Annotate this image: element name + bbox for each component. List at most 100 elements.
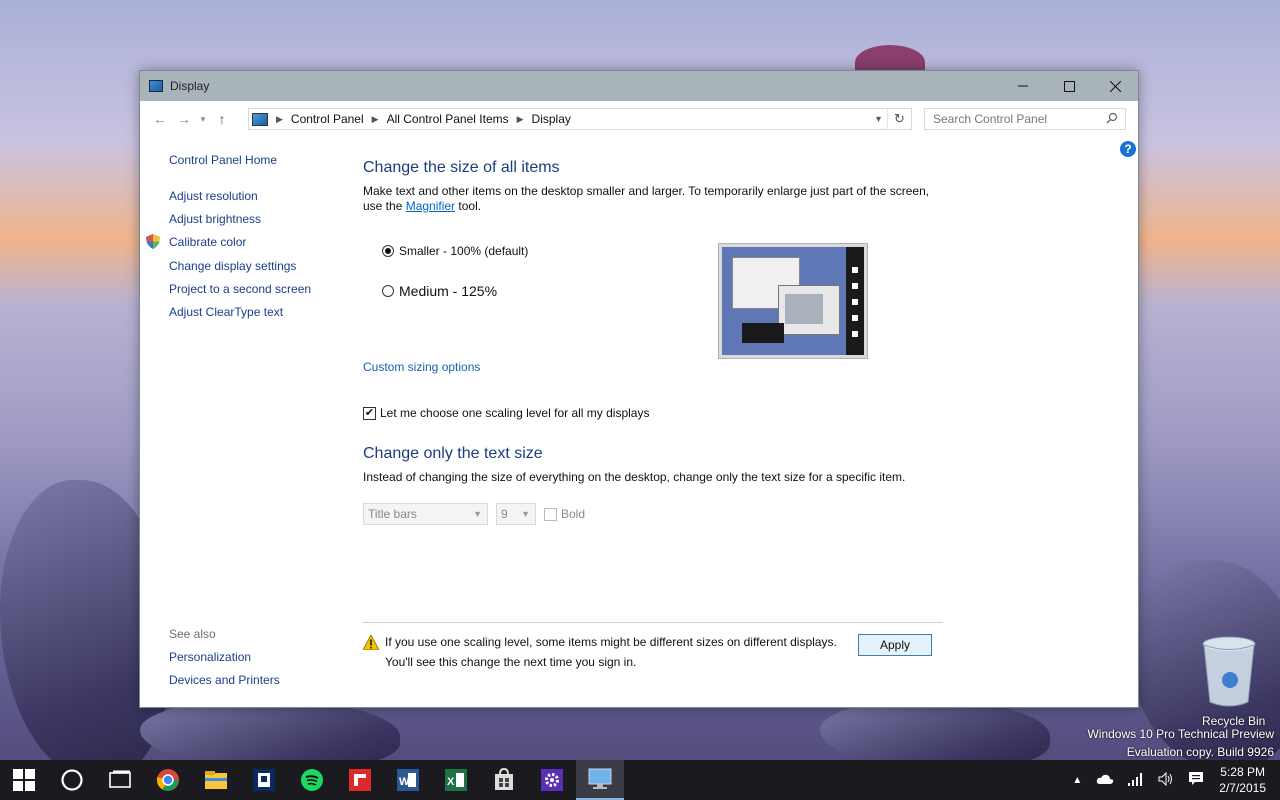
taskbar: W X ▲ 5:28 PM 2/7/2015	[0, 760, 1280, 800]
svg-text:X: X	[447, 776, 455, 788]
chevron-down-icon: ▼	[473, 509, 482, 519]
start-icon	[13, 769, 35, 791]
recent-locations-button[interactable]: ▾	[196, 114, 210, 125]
action-center-icon[interactable]	[1188, 771, 1204, 789]
breadcrumb-all-items[interactable]: All Control Panel Items	[387, 112, 509, 126]
flipboard-button[interactable]	[336, 760, 384, 800]
item-select[interactable]: Title bars ▼	[363, 503, 488, 525]
custom-sizing-link[interactable]: Custom sizing options	[363, 360, 480, 374]
search-placeholder: Search Control Panel	[933, 112, 1048, 126]
refresh-button[interactable]: ↻	[887, 109, 911, 129]
recycle-bin-icon[interactable]	[1200, 636, 1264, 707]
solitaire-icon	[253, 769, 275, 791]
maximize-icon	[1063, 80, 1075, 92]
chevron-down-icon[interactable]: ▾	[876, 114, 881, 125]
minimize-icon	[1018, 85, 1028, 87]
window-title: Display	[170, 79, 210, 93]
display-taskbar-button[interactable]	[576, 760, 624, 800]
spotify-button[interactable]	[288, 760, 336, 800]
clock-time: 5:28 PM	[1220, 765, 1265, 779]
warning-icon	[363, 635, 379, 650]
size-description: Make text and other items on the desktop…	[363, 184, 943, 214]
address-bar: ← → ▾ ↑ ▶ Control Panel ▶ All Control Pa…	[140, 101, 1138, 137]
solitaire-button[interactable]	[240, 760, 288, 800]
chrome-button[interactable]	[144, 760, 192, 800]
back-button[interactable]: ←	[148, 111, 172, 127]
size-description-post: tool.	[455, 199, 482, 213]
excel-button[interactable]: X	[432, 760, 480, 800]
scaling-preview-image	[718, 243, 868, 359]
see-also-label: See also	[169, 627, 216, 641]
devices-printers-link[interactable]: Devices and Printers	[169, 673, 280, 687]
file-explorer-icon	[205, 771, 227, 789]
display-icon	[588, 768, 612, 789]
cortana-button[interactable]	[48, 760, 96, 800]
calibrate-color-link[interactable]: Calibrate color	[146, 234, 247, 249]
change-display-settings-link[interactable]: Change display settings	[169, 259, 296, 273]
bold-label: Bold	[561, 507, 586, 521]
project-second-screen-link[interactable]: Project to a second screen	[169, 282, 311, 296]
adjust-resolution-link[interactable]: Adjust resolution	[169, 189, 258, 203]
font-size-value: 9	[501, 507, 508, 521]
scaling-level-checkbox[interactable]: ✔	[363, 406, 376, 420]
chevron-up-icon[interactable]: ▲	[1072, 775, 1082, 786]
minimize-button[interactable]	[1000, 71, 1046, 101]
personalization-link[interactable]: Personalization	[169, 650, 251, 664]
maximize-button[interactable]	[1046, 71, 1092, 101]
spotify-icon	[301, 769, 323, 791]
watermark-line2: Evaluation copy. Build 9926	[1126, 745, 1274, 759]
display-icon	[149, 80, 163, 92]
network-icon[interactable]	[1128, 772, 1144, 789]
forward-button[interactable]: →	[172, 111, 196, 127]
clock[interactable]: 5:28 PM 2/7/2015	[1219, 764, 1266, 796]
onedrive-icon[interactable]	[1096, 773, 1114, 788]
task-view-button[interactable]	[96, 760, 144, 800]
settings-button[interactable]	[528, 760, 576, 800]
search-input[interactable]: Search Control Panel	[924, 108, 1126, 130]
help-icon[interactable]: ?	[1120, 141, 1136, 157]
clock-date: 2/7/2015	[1219, 781, 1266, 795]
option-medium[interactable]: Medium - 125%	[382, 283, 497, 299]
flipboard-icon	[349, 769, 371, 791]
watermark-line1: Windows 10 Pro Technical Preview	[1087, 727, 1274, 741]
chevron-down-icon: ▼	[521, 509, 530, 519]
breadcrumb-control-panel[interactable]: Control Panel	[291, 112, 364, 126]
up-button[interactable]: ↑	[210, 111, 234, 127]
magnifier-link[interactable]: Magnifier	[406, 199, 455, 213]
radio-smaller[interactable]	[382, 245, 394, 257]
close-icon	[1109, 80, 1121, 92]
store-icon	[495, 768, 513, 790]
volume-icon[interactable]	[1158, 771, 1174, 789]
adjust-cleartype-link[interactable]: Adjust ClearType text	[169, 305, 283, 319]
scaling-level-label: Let me choose one scaling level for all …	[380, 406, 650, 420]
start-button[interactable]	[0, 760, 48, 800]
bold-checkbox[interactable]	[544, 507, 557, 521]
font-size-select[interactable]: 9 ▼	[496, 503, 536, 525]
store-button[interactable]	[480, 760, 528, 800]
option-smaller[interactable]: Smaller - 100% (default)	[382, 244, 528, 258]
file-explorer-button[interactable]	[192, 760, 240, 800]
option-medium-label: Medium - 125%	[399, 283, 498, 299]
radio-medium[interactable]	[382, 285, 394, 297]
shield-icon	[146, 234, 160, 249]
heading-change-size: Change the size of all items	[363, 159, 560, 176]
adjust-brightness-link[interactable]: Adjust brightness	[169, 212, 261, 226]
heading-text-size: Change only the text size	[363, 445, 543, 462]
address-field[interactable]: ▶ Control Panel ▶ All Control Panel Item…	[248, 108, 912, 130]
excel-icon: X	[445, 769, 467, 791]
size-description-pre: use the	[363, 199, 406, 213]
recycle-bin-label: Recycle Bin	[1202, 714, 1266, 728]
word-button[interactable]: W	[384, 760, 432, 800]
close-button[interactable]	[1092, 71, 1138, 101]
apply-button[interactable]: Apply	[858, 634, 932, 656]
title-bar[interactable]: Display	[140, 71, 1138, 101]
scaling-level-checkbox-row[interactable]: ✔ Let me choose one scaling level for al…	[363, 406, 649, 420]
settings-icon	[541, 769, 563, 791]
bold-checkbox-row[interactable]: Bold	[544, 507, 585, 521]
option-smaller-label: Smaller - 100% (default)	[399, 244, 529, 258]
control-panel-home-link[interactable]: Control Panel Home	[169, 153, 277, 167]
chrome-icon	[157, 769, 179, 791]
breadcrumb-display[interactable]: Display	[532, 112, 571, 126]
calibrate-color-label: Calibrate color	[169, 235, 247, 249]
display-window: Display ← → ▾ ↑ ▶ Control Panel ▶ All Co…	[139, 70, 1139, 708]
